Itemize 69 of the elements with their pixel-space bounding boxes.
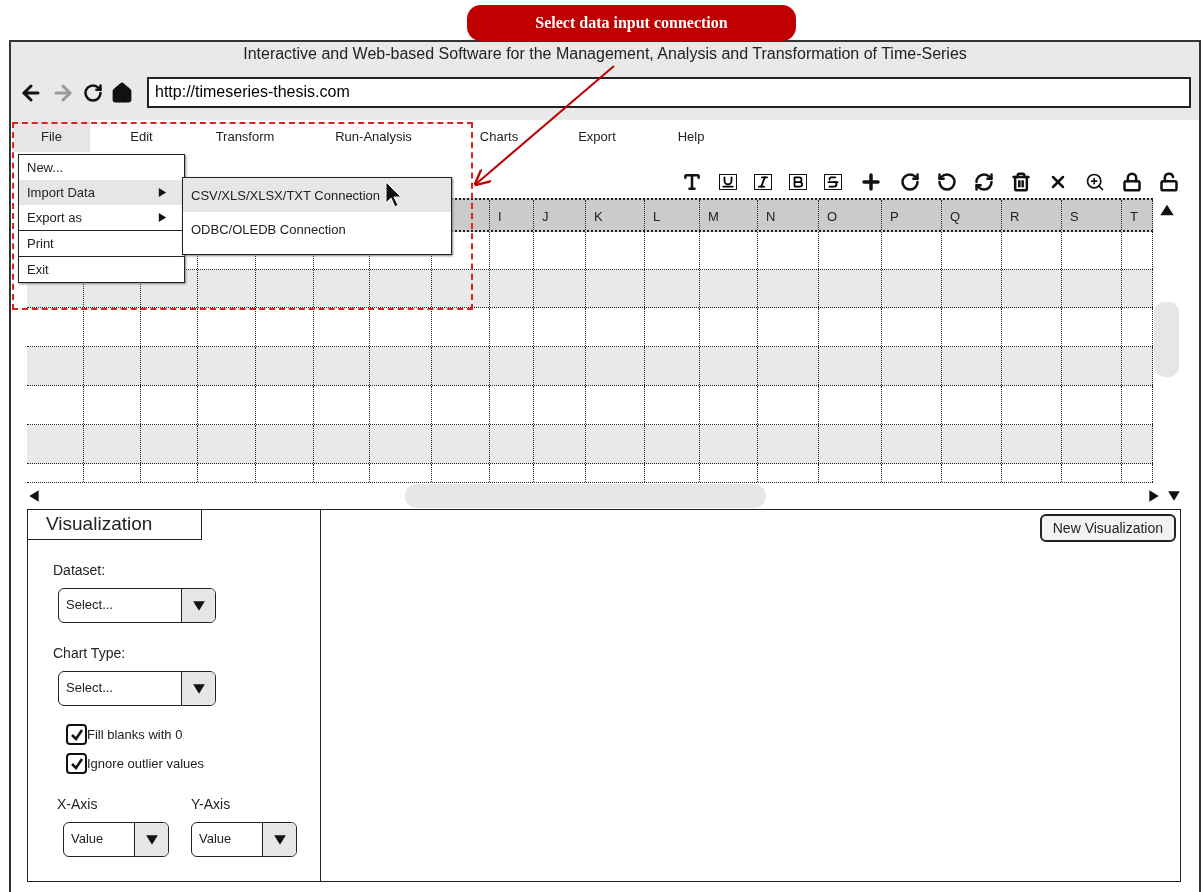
- menu-item[interactable]: Edit: [90, 120, 193, 152]
- plus-icon[interactable]: [859, 170, 883, 194]
- y-axis-select[interactable]: Value: [191, 822, 297, 857]
- zoom-in-icon[interactable]: [1085, 172, 1105, 192]
- redo-icon[interactable]: [900, 172, 920, 192]
- menu-item[interactable]: Transform: [193, 120, 297, 152]
- field-label: Chart Type:: [53, 645, 127, 661]
- dropdown-caret-icon[interactable]: [191, 598, 206, 613]
- address-field[interactable]: http://timeseries-thesis.com: [147, 77, 1191, 108]
- menu-entry[interactable]: CSV/XLS/XLSX/TXT Connection: [183, 178, 451, 212]
- column-header[interactable]: R: [1002, 200, 1062, 230]
- column-header[interactable]: L: [645, 200, 700, 230]
- menu-item[interactable]: Run-Analysis: [297, 120, 450, 152]
- checkmark-icon: [69, 727, 84, 742]
- column-header[interactable]: J: [534, 200, 586, 230]
- undo-icon[interactable]: [937, 172, 957, 192]
- column-header[interactable]: S: [1062, 200, 1122, 230]
- window-title: Interactive and Web-based Software for the Management, Analysis and Transformation of Time-Series: [242, 44, 968, 64]
- scrollbar-thumb[interactable]: [1154, 302, 1179, 377]
- checkbox-label: Ignore outlier values: [87, 756, 205, 771]
- refresh-icon[interactable]: [974, 172, 994, 192]
- column-header[interactable]: T: [1122, 200, 1153, 230]
- scroll-up-icon[interactable]: [1158, 202, 1175, 218]
- menu-entry[interactable]: ODBC/OLEDB Connection: [183, 212, 451, 246]
- chart-type-select[interactable]: Select...: [58, 671, 216, 706]
- bold-icon[interactable]: [789, 174, 807, 190]
- column-header[interactable]: N: [758, 200, 819, 230]
- checkbox[interactable]: [66, 753, 87, 774]
- field-label: Y-Axis: [191, 796, 232, 812]
- column-header[interactable]: I: [490, 200, 534, 230]
- checkbox[interactable]: [66, 724, 87, 745]
- dropdown-caret-icon[interactable]: [144, 832, 159, 847]
- new-visualization-button[interactable]: New Visualization: [1039, 514, 1176, 542]
- dropdown-caret-icon[interactable]: [272, 832, 287, 847]
- menu-entry[interactable]: Import Data: [19, 180, 184, 205]
- dropdown-caret-icon[interactable]: [191, 681, 206, 696]
- trash-icon[interactable]: [1011, 172, 1031, 192]
- italic-icon[interactable]: [754, 174, 772, 190]
- lock-icon[interactable]: [1122, 172, 1142, 192]
- menu-item[interactable]: Export: [548, 120, 646, 152]
- checkmark-icon: [69, 756, 84, 771]
- menu-entry[interactable]: Exit: [19, 257, 184, 282]
- strikethrough-icon[interactable]: [824, 174, 842, 190]
- reload-icon[interactable]: [83, 82, 103, 103]
- column-header[interactable]: M: [700, 200, 758, 230]
- column-header[interactable]: K: [586, 200, 645, 230]
- menu-entry[interactable]: Print: [19, 231, 184, 256]
- scrollbar-thumb[interactable]: [405, 484, 766, 508]
- x-axis-select[interactable]: Value: [63, 822, 169, 857]
- field-label: X-Axis: [57, 796, 99, 812]
- column-header[interactable]: Q: [942, 200, 1002, 230]
- home-icon[interactable]: [111, 81, 133, 104]
- checkbox-label: Fill blanks with 0: [87, 727, 183, 742]
- dataset-select[interactable]: Select...: [58, 588, 216, 623]
- menu-item[interactable]: Charts: [450, 120, 548, 152]
- field-label: Dataset:: [53, 562, 107, 578]
- column-header[interactable]: O: [819, 200, 882, 230]
- visualization-tab[interactable]: Visualization: [28, 510, 202, 540]
- unlock-icon[interactable]: [1159, 172, 1179, 192]
- scroll-left-icon[interactable]: [27, 489, 41, 503]
- column-header[interactable]: P: [882, 200, 942, 230]
- menu-item[interactable]: Help: [646, 120, 736, 152]
- annotation-callout: Select data input connection: [467, 5, 796, 41]
- menu-item[interactable]: File: [13, 120, 90, 152]
- menu-entry[interactable]: New...: [19, 155, 184, 180]
- underline-icon[interactable]: [719, 174, 737, 190]
- scroll-right-icon[interactable]: [1147, 489, 1161, 503]
- text-icon[interactable]: [682, 172, 702, 192]
- scroll-down-icon[interactable]: [1167, 489, 1181, 503]
